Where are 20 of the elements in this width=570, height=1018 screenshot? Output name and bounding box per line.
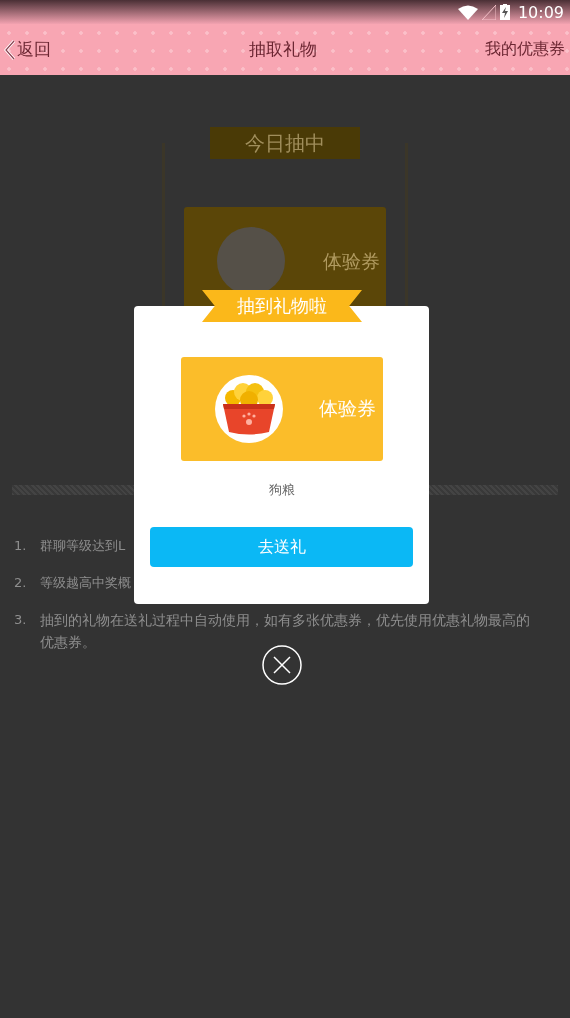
my-coupons-link[interactable]: 我的优惠券 <box>485 39 565 60</box>
coupon-label: 体验券 <box>323 249 380 274</box>
close-icon[interactable] <box>262 645 302 685</box>
clock-time: 10:09 <box>517 2 564 22</box>
banner-title: 今日抽中 <box>245 129 325 157</box>
rule-number: 3. <box>14 611 28 629</box>
signal-icon <box>481 4 496 20</box>
page-title: 抽取礼物 <box>249 38 317 61</box>
rule-text: 等级越高中奖概 <box>40 574 132 592</box>
coupon-label: 体验券 <box>318 396 376 421</box>
rule-number: 1. <box>14 537 28 555</box>
wifi-icon <box>457 4 478 20</box>
back-link[interactable]: 返回 <box>4 38 51 61</box>
gift-name: 狗粮 <box>268 481 295 499</box>
battery-icon <box>499 4 510 20</box>
back-chevron-icon <box>4 38 16 61</box>
rule-number: 2. <box>14 574 28 592</box>
dialog-title: 抽到礼物啦 <box>237 294 327 318</box>
rule-text: 群聊等级达到L <box>40 537 127 555</box>
rule-text: 抽到的礼物在送礼过程中自动使用，如有多张优惠券，优先使用优惠礼物最高的优惠券。 <box>40 611 531 652</box>
